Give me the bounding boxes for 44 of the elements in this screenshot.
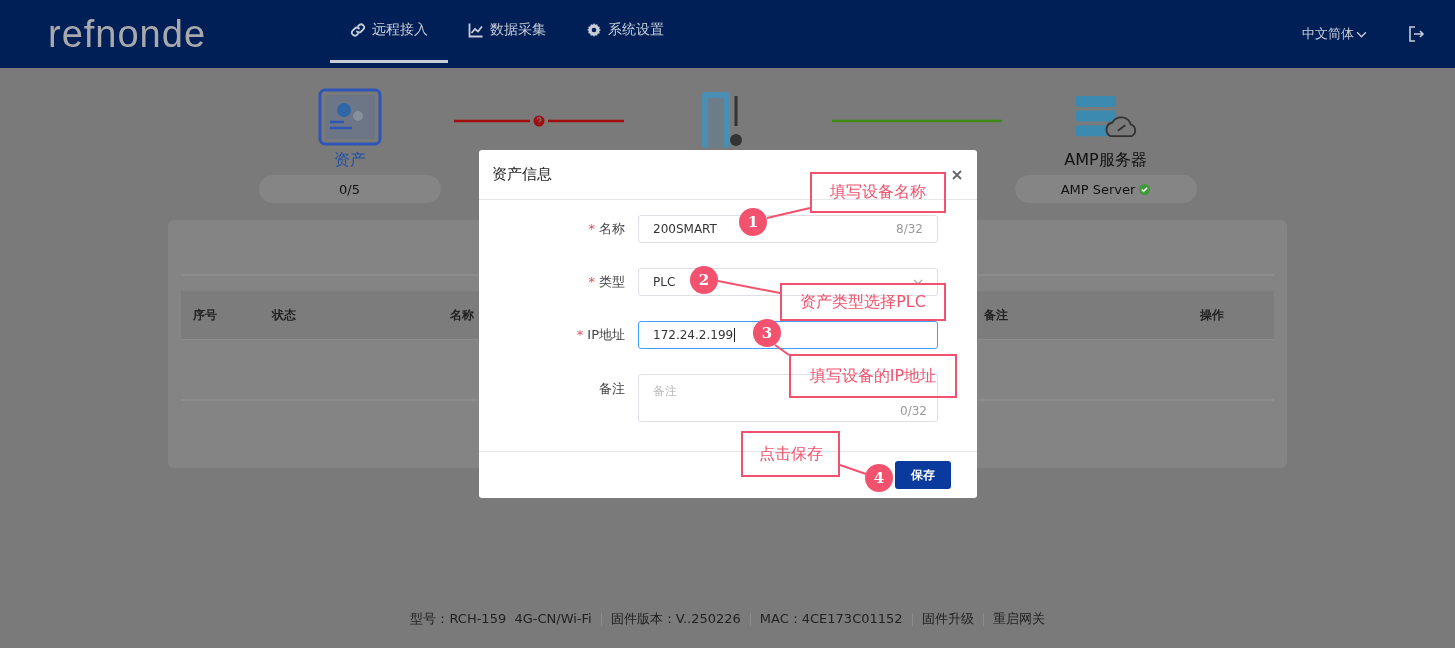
chart-icon (468, 22, 484, 38)
leader-line (717, 280, 781, 294)
field-label: IP地址 (587, 327, 625, 342)
device-info: 固件版本：V..250226 (610, 610, 741, 628)
node-label: 资产 (333, 150, 366, 171)
chevron-down-icon (1356, 30, 1367, 38)
leader-line (774, 344, 790, 356)
footer-link[interactable]: 固件升级 (921, 610, 974, 628)
column-header: 序号 (193, 307, 217, 322)
device-info: 型号：RCH-159 4G-CN/Wi-Fi (410, 610, 592, 628)
nav-tab[interactable]: 数据采集 (448, 0, 566, 63)
leader-line (766, 207, 811, 219)
required-mark: * (576, 327, 584, 342)
close-icon[interactable] (952, 169, 962, 180)
chevron-down-icon (913, 279, 923, 285)
column-header: 操作 (1200, 307, 1224, 322)
field-label: 备注 (599, 381, 625, 396)
leader-line (839, 464, 867, 475)
field-label: 类型 (599, 274, 625, 289)
required-mark: * (588, 274, 595, 289)
link-icon (350, 22, 366, 38)
callout-tooltip: 资产类型选择PLC (780, 283, 946, 321)
logo: refnonde (48, 15, 207, 53)
language-dropdown[interactable]: 中文简体 (1302, 25, 1367, 43)
dialog-title: 资产信息 (492, 165, 552, 184)
save-button[interactable]: 保存 (895, 461, 951, 489)
settings-icon (586, 22, 602, 38)
callout-tooltip: 填写设备名称 (810, 172, 946, 213)
callout-tooltip: 填写设备的IP地址 (789, 354, 957, 398)
footer-link[interactable]: 重启网关 (992, 610, 1045, 628)
status-text: 0/5 (339, 181, 360, 197)
device-info: MAC：4CE173C01152 (759, 610, 903, 628)
nav-tab[interactable]: 远程接入 (330, 0, 448, 63)
column-header: 状态 (272, 307, 296, 322)
status-text: AMP Server (1060, 181, 1136, 197)
asset-icon (317, 88, 382, 146)
column-header: 名称 (450, 307, 474, 322)
callout-tooltip: 点击保存 (741, 431, 840, 477)
node-label: AMP服务器 (1064, 150, 1147, 171)
logout-icon[interactable] (1407, 25, 1425, 43)
required-mark: * (588, 221, 595, 236)
field-label: 名称 (599, 221, 625, 236)
column-header: 备注 (984, 307, 1008, 322)
nav-tab[interactable]: 系统设置 (566, 0, 684, 63)
